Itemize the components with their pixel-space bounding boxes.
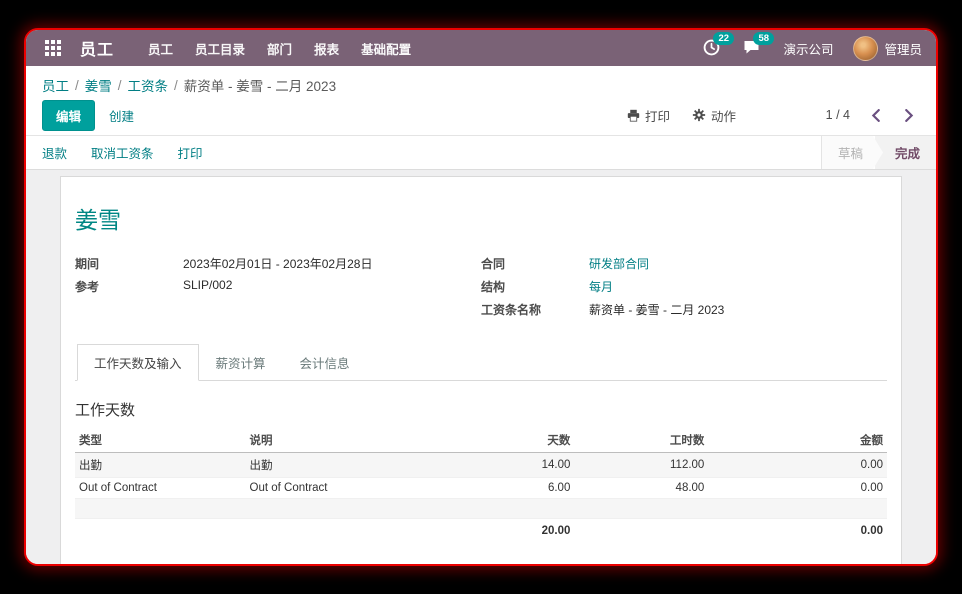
status-widget: 草稿 完成 <box>821 136 936 169</box>
col-days: 天数 <box>501 428 574 453</box>
cell-amount: 0.00 <box>708 453 887 478</box>
record-pager: 1 / 4 <box>826 106 918 124</box>
pager-value[interactable]: 1 / 4 <box>826 108 850 122</box>
breadcrumb: 员工 / 姜雪 / 工资条 / 薪资单 - 姜雪 - 二月 2023 <box>42 75 920 95</box>
payslip-employee-title: 姜雪 <box>75 201 887 235</box>
reference-value: SLIP/002 <box>183 278 232 295</box>
breadcrumb-separator: / <box>174 78 178 93</box>
odoo-app: 员工 员工 员工目录 部门 报表 基础配置 22 58 演示公司 <box>26 30 936 564</box>
worked-days-row-attendance[interactable]: 出勤 出勤 14.00 112.00 0.00 <box>75 453 887 478</box>
app-name[interactable]: 员工 <box>80 36 114 60</box>
tab-worked-days-inputs[interactable]: 工作天数及输入 <box>77 344 199 381</box>
main-menu: 员工 员工目录 部门 报表 基础配置 <box>148 39 411 58</box>
menu-item-departments[interactable]: 部门 <box>267 39 292 58</box>
cell-days: 6.00 <box>501 478 574 499</box>
status-step-done[interactable]: 完成 <box>875 136 936 169</box>
grid-icon <box>45 40 61 56</box>
col-description: 说明 <box>246 428 502 453</box>
payslip-name-label: 工资条名称 <box>481 301 589 318</box>
cancel-payslip-button[interactable]: 取消工资条 <box>91 143 154 162</box>
cell-description: Out of Contract <box>246 478 502 499</box>
period-value: 2023年02月01日 - 2023年02月28日 <box>183 255 372 272</box>
cell-type: Out of Contract <box>75 478 246 499</box>
cell-days: 14.00 <box>501 453 574 478</box>
edit-button[interactable]: 编辑 <box>42 100 95 131</box>
messages-button[interactable]: 58 <box>743 39 763 57</box>
cell-description: 出勤 <box>246 453 502 478</box>
messages-count-badge: 58 <box>753 32 774 45</box>
tab-salary-computation[interactable]: 薪资计算 <box>199 344 283 381</box>
cp-action-tools: 打印 动作 <box>627 106 736 125</box>
menu-item-directory[interactable]: 员工目录 <box>195 39 245 58</box>
contract-value-link[interactable]: 研发部合同 <box>589 255 649 272</box>
user-menu[interactable]: 管理员 <box>853 36 922 61</box>
control-panel: 员工 / 姜雪 / 工资条 / 薪资单 - 姜雪 - 二月 2023 编辑 创建… <box>26 66 936 135</box>
worked-days-header-row: 类型 说明 天数 工时数 金额 <box>75 428 887 453</box>
form-view-background: 姜雪 期间 2023年02月01日 - 2023年02月28日 参考 SLIP/… <box>26 170 936 564</box>
gear-icon <box>692 108 706 122</box>
reference-label: 参考 <box>75 278 183 295</box>
payslip-name-value: 薪资单 - 姜雪 - 二月 2023 <box>589 301 724 318</box>
breadcrumb-current: 薪资单 - 姜雪 - 二月 2023 <box>184 75 336 95</box>
screenshot-frame: 员工 员工 员工目录 部门 报表 基础配置 22 58 演示公司 <box>24 28 938 566</box>
worked-days-empty-row <box>75 499 887 519</box>
field-column-left: 期间 2023年02月01日 - 2023年02月28日 参考 SLIP/002 <box>75 255 481 318</box>
top-navbar: 员工 员工 员工目录 部门 报表 基础配置 22 58 演示公司 <box>26 30 936 66</box>
tab-accounting-info[interactable]: 会计信息 <box>283 344 367 381</box>
statusbar-buttons: 退款 取消工资条 打印 <box>26 136 219 169</box>
action-menu-button[interactable]: 动作 <box>692 106 736 125</box>
total-amount: 0.00 <box>708 519 887 544</box>
col-type: 类型 <box>75 428 246 453</box>
refund-button[interactable]: 退款 <box>42 143 67 162</box>
status-step-draft[interactable]: 草稿 <box>822 136 883 169</box>
systray: 22 58 演示公司 管理员 <box>703 36 922 61</box>
breadcrumb-separator: / <box>75 78 79 93</box>
printer-icon <box>627 109 640 122</box>
control-panel-buttons: 编辑 创建 打印 <box>42 95 920 135</box>
notebook-tabs: 工作天数及输入 薪资计算 会计信息 <box>75 344 887 381</box>
contract-label: 合同 <box>481 255 589 272</box>
cell-hours: 112.00 <box>574 453 708 478</box>
pager-next-icon[interactable] <box>900 106 918 124</box>
create-button[interactable]: 创建 <box>109 106 134 125</box>
col-hours: 工时数 <box>574 428 708 453</box>
field-grid: 期间 2023年02月01日 - 2023年02月28日 参考 SLIP/002… <box>75 255 887 318</box>
breadcrumb-employee-record[interactable]: 姜雪 <box>85 75 112 95</box>
activities-count-badge: 22 <box>713 32 734 45</box>
pager-previous-icon[interactable] <box>866 106 884 124</box>
menu-item-employees[interactable]: 员工 <box>148 39 173 58</box>
worked-days-totals-row: 20.00 0.00 <box>75 519 887 544</box>
worked-days-table: 类型 说明 天数 工时数 金额 出勤 出勤 14.00 112.00 0.00 <box>75 428 887 543</box>
col-amount: 金额 <box>708 428 887 453</box>
structure-value-link[interactable]: 每月 <box>589 278 613 295</box>
print-menu-label: 打印 <box>645 106 670 125</box>
cell-hours: 48.00 <box>574 478 708 499</box>
print-payslip-button[interactable]: 打印 <box>178 143 203 162</box>
breadcrumb-separator: / <box>118 78 122 93</box>
worked-days-row-out-of-contract[interactable]: Out of Contract Out of Contract 6.00 48.… <box>75 478 887 499</box>
apps-grid-icon[interactable] <box>40 35 66 61</box>
cell-type: 出勤 <box>75 453 246 478</box>
activities-button[interactable]: 22 <box>703 39 723 57</box>
structure-label: 结构 <box>481 278 589 295</box>
form-sheet: 姜雪 期间 2023年02月01日 - 2023年02月28日 参考 SLIP/… <box>60 176 902 564</box>
breadcrumb-employees[interactable]: 员工 <box>42 75 69 95</box>
period-label: 期间 <box>75 255 183 272</box>
company-switcher[interactable]: 演示公司 <box>783 39 833 58</box>
user-name: 管理员 <box>884 39 922 58</box>
menu-item-configuration[interactable]: 基础配置 <box>361 39 411 58</box>
total-days: 20.00 <box>501 519 574 544</box>
print-menu-button[interactable]: 打印 <box>627 106 670 125</box>
statusbar: 退款 取消工资条 打印 草稿 完成 <box>26 135 936 170</box>
worked-days-section-title: 工作天数 <box>75 399 887 420</box>
action-menu-label: 动作 <box>711 106 736 125</box>
user-avatar <box>853 36 878 61</box>
menu-item-reports[interactable]: 报表 <box>314 39 339 58</box>
field-column-right: 合同 研发部合同 结构 每月 工资条名称 薪资单 - 姜雪 - 二月 2023 <box>481 255 887 318</box>
breadcrumb-payslips[interactable]: 工资条 <box>128 75 169 95</box>
cell-amount: 0.00 <box>708 478 887 499</box>
